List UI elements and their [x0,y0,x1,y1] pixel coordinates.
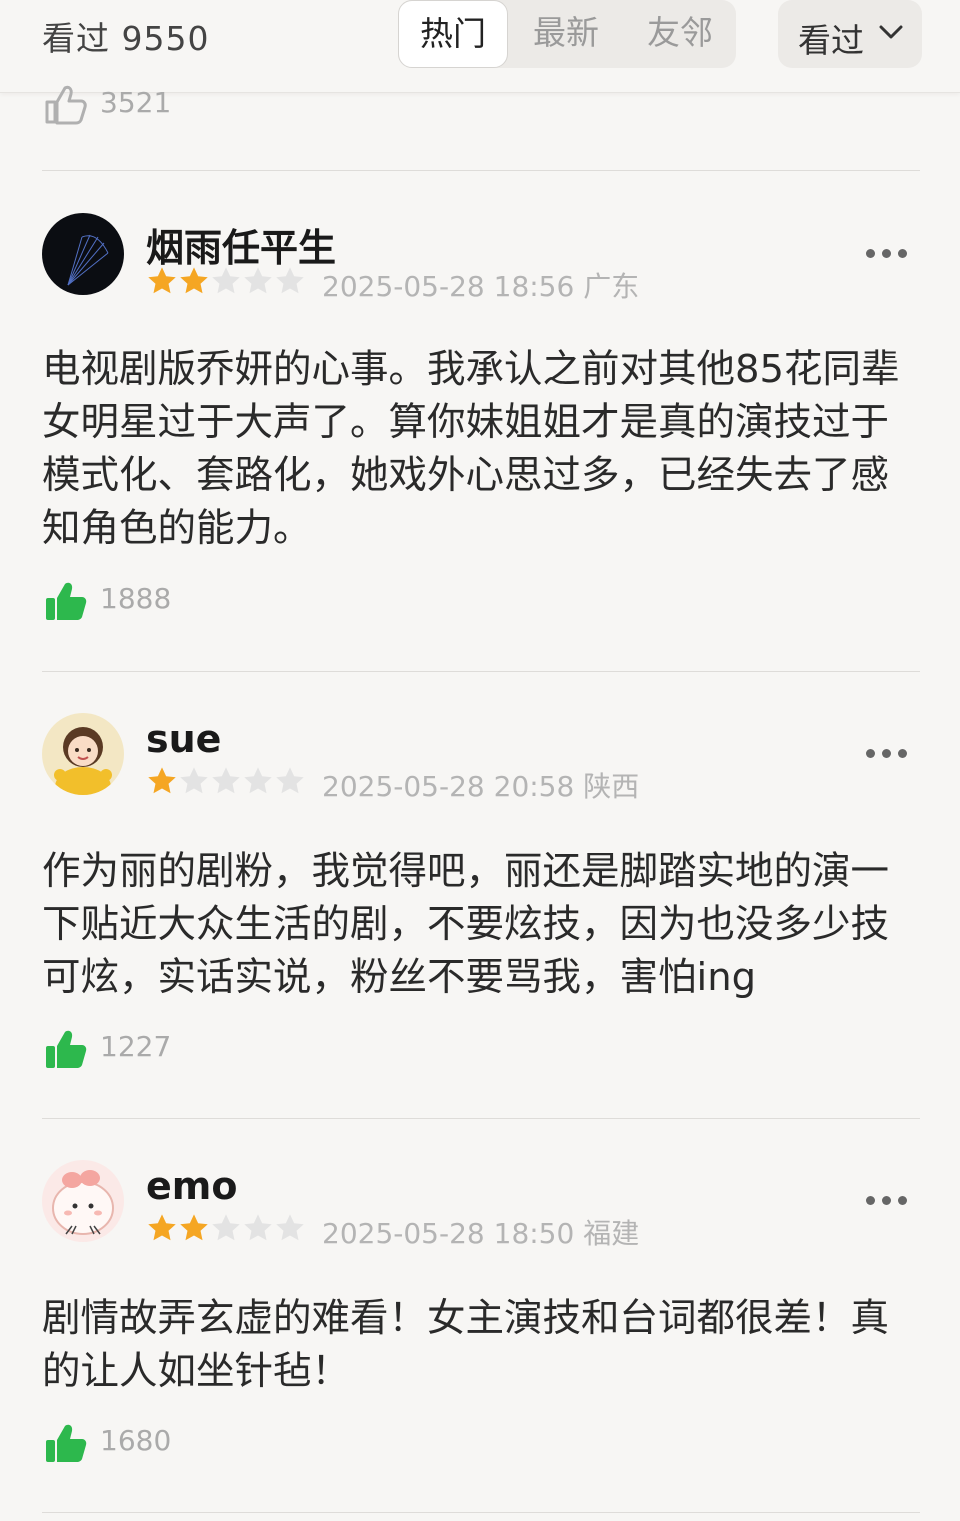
star-empty-icon [212,1214,240,1241]
filter-dropdown[interactable]: 看过 [778,0,922,68]
star-empty-icon [212,767,240,794]
avatar[interactable] [42,1160,124,1242]
review-location: 福建 [583,1217,640,1250]
username[interactable]: 烟雨任平生 [146,217,336,272]
top-bar: 看过 9550 热门 最新 友邻 看过 [0,0,960,93]
star-empty-icon [244,267,272,294]
review-location: 陕西 [583,770,640,803]
tab-latest[interactable]: 最新 [516,0,616,68]
star-empty-icon [180,767,208,794]
thumbs-up-outline-icon [45,85,87,125]
review-meta: 2025-05-28 18:50 福建 [322,1212,639,1252]
star-empty-icon [276,267,304,294]
chevron-down-icon [879,25,903,39]
star-filled-icon [180,1214,208,1241]
star-empty-icon [212,267,240,294]
more-options-icon[interactable] [866,749,908,761]
review-meta: 2025-05-28 18:56 广东 [322,265,639,305]
review-text: 剧情故弄玄虚的难看！女主演技和台词都很差！真的让人如坐针毡！ [42,1296,890,1394]
divider [42,1118,920,1119]
username[interactable]: emo [146,1164,237,1208]
thumbs-up-icon [46,582,87,620]
review-datetime: 2025-05-28 20:58 [322,770,575,803]
like-count: 3521 [100,86,172,119]
star-empty-icon [244,1214,272,1241]
tab-hot[interactable]: 热门 [398,0,508,68]
star-empty-icon [276,767,304,794]
star-filled-icon [148,267,176,294]
divider [42,671,920,672]
review-datetime: 2025-05-28 18:56 [322,270,575,303]
avatar[interactable] [42,213,124,295]
review-text: 电视剧版乔妍的心事。我承认之前对其他85花同辈女明星过于大声了。算你妹姐姐才是真… [42,347,900,551]
review-location: 广东 [583,270,640,303]
like-count: 1227 [100,1030,172,1063]
star-empty-icon [244,767,272,794]
like-count: 1680 [100,1424,172,1457]
like-count: 1888 [100,582,172,615]
more-options-icon[interactable] [866,1196,908,1208]
seen-count: 看过 9550 [42,19,210,58]
sort-tabs: 热门 最新 友邻 [398,0,736,68]
star-filled-icon [180,267,208,294]
tab-friends[interactable]: 友邻 [630,0,730,68]
divider [42,1512,920,1513]
avatar[interactable] [42,713,124,795]
divider [42,170,920,171]
star-filled-icon [148,767,176,794]
thumbs-up-icon [46,1424,87,1462]
filter-label: 看过 [798,21,864,60]
review-meta: 2025-05-28 20:58 陕西 [322,765,639,805]
review-text: 作为丽的剧粉，我觉得吧，丽还是脚踏实地的演一下贴近大众生活的剧，不要炫技，因为也… [42,849,890,1000]
review-datetime: 2025-05-28 18:50 [322,1217,575,1250]
more-options-icon[interactable] [866,249,908,261]
star-filled-icon [148,1214,176,1241]
star-empty-icon [276,1214,304,1241]
username[interactable]: sue [146,717,221,761]
thumbs-up-icon [46,1030,87,1068]
